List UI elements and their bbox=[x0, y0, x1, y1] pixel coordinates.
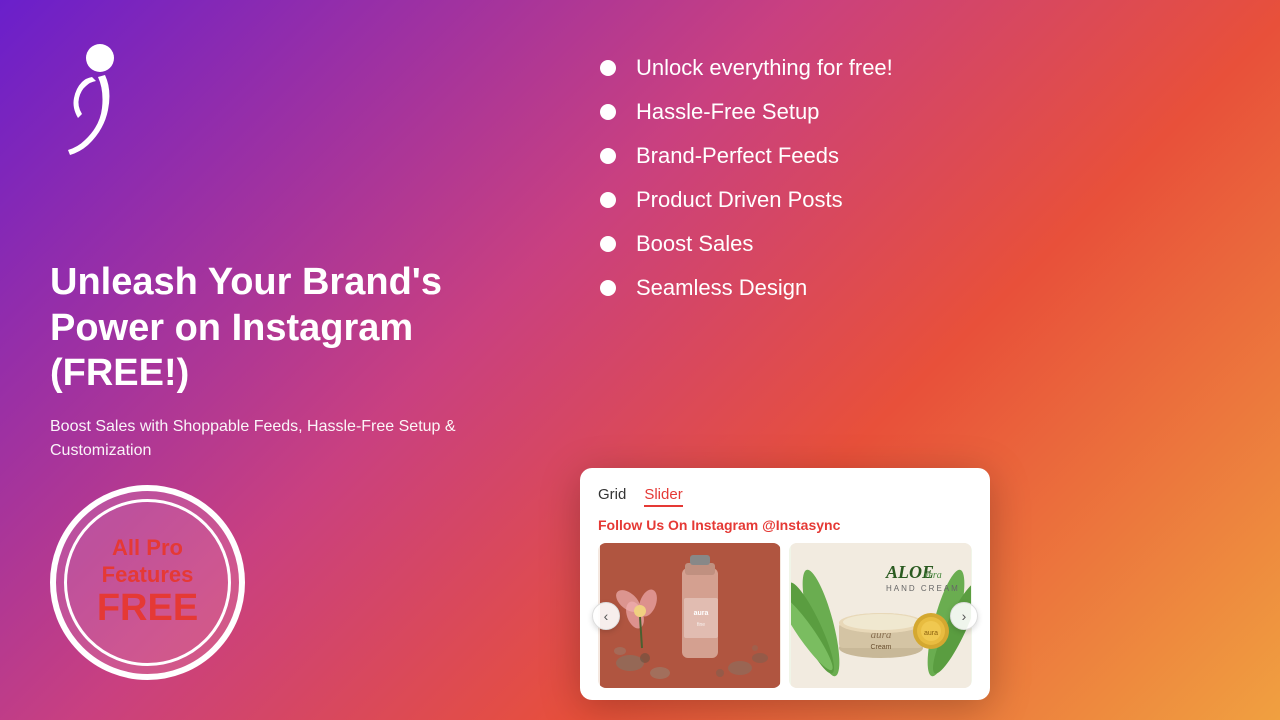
svg-text:aura: aura bbox=[923, 630, 937, 637]
svg-text:aura: aura bbox=[870, 629, 891, 641]
slider-next-button[interactable]: › bbox=[950, 602, 978, 630]
badge-container: All Pro Features FREE bbox=[50, 485, 470, 680]
widget-follow-line: Follow Us On Instagram @Instasync bbox=[598, 517, 972, 533]
right-column: Unlock everything for free! Hassle-Free … bbox=[520, 0, 1280, 720]
features-list: Unlock everything for free! Hassle-Free … bbox=[600, 55, 1220, 319]
widget-image-slider: ‹ bbox=[598, 543, 972, 688]
follow-text: Follow Us On Instagram bbox=[598, 517, 758, 533]
feature-label-4: Boost Sales bbox=[636, 231, 753, 257]
prev-icon: ‹ bbox=[604, 608, 609, 624]
svg-text:fine: fine bbox=[696, 622, 704, 628]
badge-line2: Features bbox=[102, 562, 194, 588]
subtitle: Boost Sales with Shoppable Feeds, Hassle… bbox=[50, 415, 470, 463]
feature-item-1: Hassle-Free Setup bbox=[600, 99, 1220, 125]
badge-line1: All Pro bbox=[112, 535, 183, 561]
feature-item-3: Product Driven Posts bbox=[600, 187, 1220, 213]
next-icon: › bbox=[962, 608, 967, 624]
logo bbox=[50, 40, 470, 160]
product-image-1: aura fine bbox=[598, 543, 781, 688]
svg-text:vera: vera bbox=[924, 570, 942, 581]
left-column: Unleash Your Brand's Power on Instagram … bbox=[0, 0, 520, 720]
page-content: Unleash Your Brand's Power on Instagram … bbox=[0, 0, 1280, 720]
feature-dot-4 bbox=[600, 236, 616, 252]
product-svg-2: ALOE vera HAND CREAM aura Cream bbox=[791, 543, 971, 688]
headline: Unleash Your Brand's Power on Instagram … bbox=[50, 260, 470, 397]
product-svg-1: aura fine bbox=[600, 543, 780, 688]
feature-item-2: Brand-Perfect Feeds bbox=[600, 143, 1220, 169]
feature-label-5: Seamless Design bbox=[636, 275, 807, 301]
feature-dot-5 bbox=[600, 280, 616, 296]
feature-dot-1 bbox=[600, 104, 616, 120]
feature-label-1: Hassle-Free Setup bbox=[636, 99, 819, 125]
slider-prev-button[interactable]: ‹ bbox=[592, 602, 620, 630]
svg-text:Cream: Cream bbox=[870, 644, 891, 651]
feature-label-3: Product Driven Posts bbox=[636, 187, 843, 213]
feature-item-0: Unlock everything for free! bbox=[600, 55, 1220, 81]
instagram-handle[interactable]: @Instasync bbox=[762, 517, 840, 533]
feature-dot-2 bbox=[600, 148, 616, 164]
feature-item-4: Boost Sales bbox=[600, 231, 1220, 257]
tab-grid[interactable]: Grid bbox=[598, 486, 626, 507]
feature-dot-0 bbox=[600, 60, 616, 76]
pro-features-badge: All Pro Features FREE bbox=[50, 485, 245, 680]
feature-item-5: Seamless Design bbox=[600, 275, 1220, 301]
tab-slider[interactable]: Slider bbox=[644, 486, 682, 507]
logo-icon bbox=[50, 40, 120, 160]
widget-tabs: Grid Slider bbox=[598, 486, 972, 507]
headline-line2: Power on Instagram (FREE!) bbox=[50, 307, 413, 395]
headline-line1: Unleash Your Brand's bbox=[50, 261, 442, 303]
product-image-2: ALOE vera HAND CREAM aura Cream bbox=[789, 543, 972, 688]
feature-label-2: Brand-Perfect Feeds bbox=[636, 143, 839, 169]
feature-label-0: Unlock everything for free! bbox=[636, 55, 893, 81]
badge-free: FREE bbox=[97, 588, 198, 630]
svg-text:HAND CREAM: HAND CREAM bbox=[886, 584, 960, 593]
feature-dot-3 bbox=[600, 192, 616, 208]
svg-text:aura: aura bbox=[693, 610, 708, 617]
widget-card: Grid Slider Follow Us On Instagram @Inst… bbox=[580, 468, 990, 700]
